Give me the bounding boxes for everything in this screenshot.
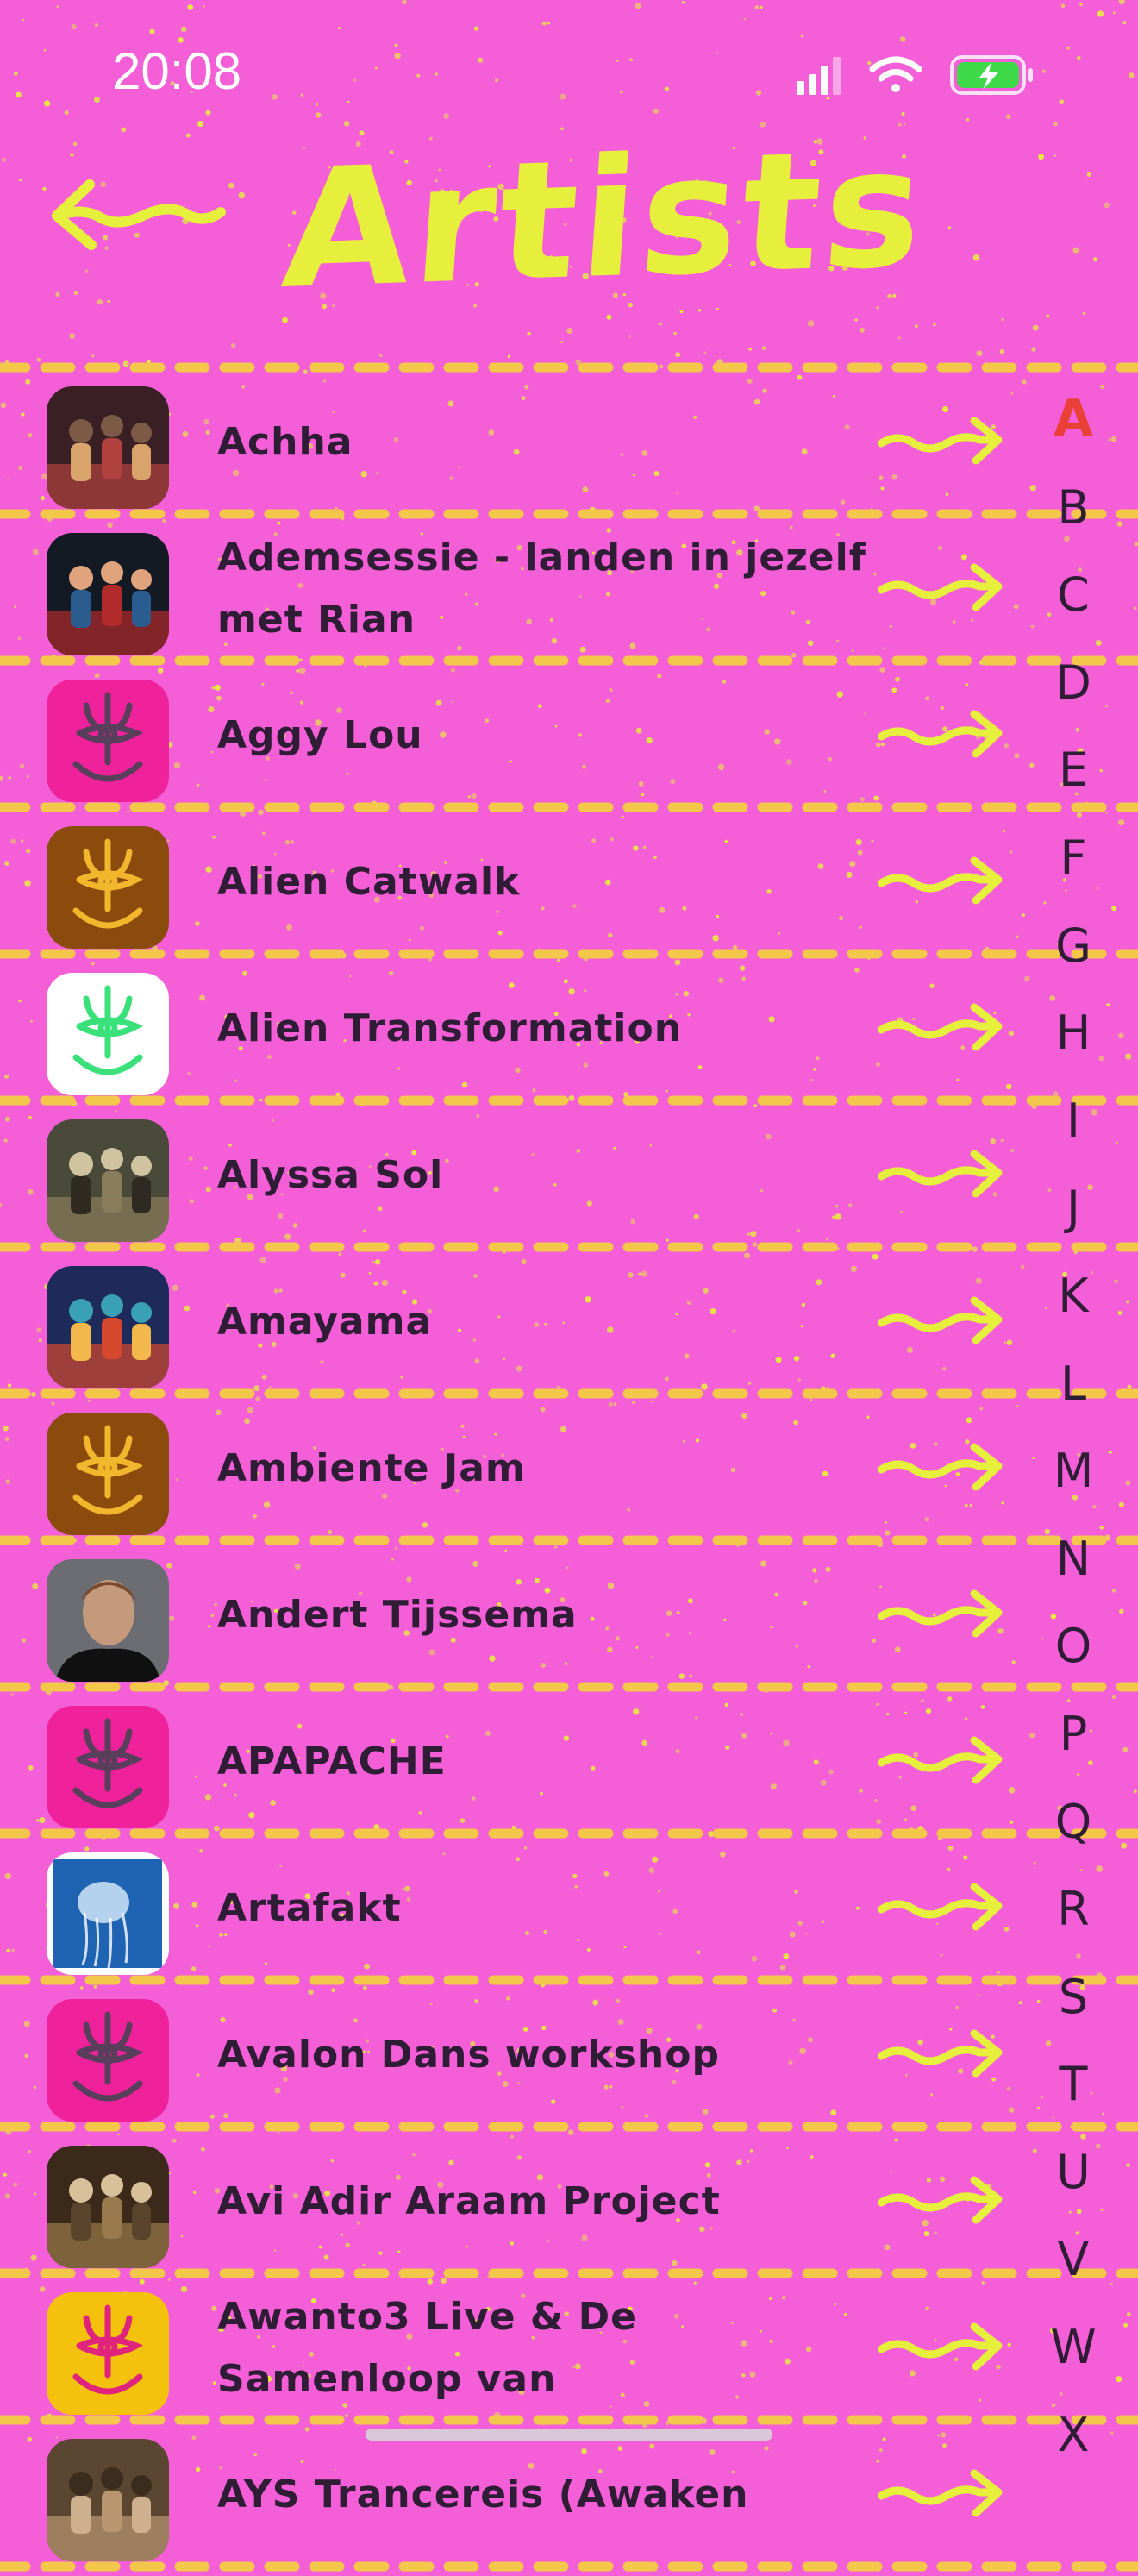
battery-charging-icon [950, 55, 1033, 95]
status-time: 20:08 [112, 42, 242, 100]
artist-avatar [47, 1266, 169, 1388]
artist-name: Alien Transformation [217, 1006, 683, 1050]
artist-avatar [47, 973, 169, 1095]
page-title: Artists [277, 112, 933, 326]
chevron-right-squiggle-icon [877, 2023, 1007, 2084]
artist-avatar [47, 1413, 169, 1535]
artist-row[interactable]: Ambiente Jam [0, 1395, 1017, 1542]
wifi-icon [869, 56, 922, 92]
artist-row[interactable]: Andert Tijssema [0, 1542, 1017, 1689]
chevron-right-squiggle-icon [877, 2170, 1007, 2230]
artist-row[interactable]: AYS Trancereis (Awaken [0, 2422, 1017, 2568]
artist-name: Achha [217, 420, 353, 464]
cellular-signal-icon [797, 57, 841, 95]
artist-avatar [47, 386, 169, 509]
chevron-right-squiggle-icon [877, 557, 1007, 617]
artist-avatar [47, 1706, 169, 1828]
header: Artists [0, 112, 1138, 325]
index-letter-s[interactable]: S [1026, 1953, 1121, 2041]
index-letter-r[interactable]: R [1026, 1865, 1121, 1953]
artist-row[interactable]: Achha [0, 369, 1017, 516]
artist-row[interactable]: Avi Adir Araam Project [0, 2128, 1017, 2275]
artist-avatar [47, 2292, 169, 2415]
index-letter-i[interactable]: I [1026, 1077, 1121, 1165]
artist-avatar [47, 1852, 169, 1975]
index-letter-x[interactable]: X [1026, 2391, 1121, 2479]
chevron-right-squiggle-icon [877, 2316, 1007, 2377]
index-letter-t[interactable]: T [1026, 2040, 1121, 2128]
artist-row[interactable]: Ademsessie - landen in jezelf met Rian [0, 516, 1017, 662]
index-letter-b[interactable]: B [1026, 464, 1121, 552]
artist-avatar [47, 1559, 169, 1682]
row-divider [0, 2560, 1138, 2572]
artist-row[interactable]: Alien Transformation [0, 956, 1017, 1102]
chevron-right-squiggle-icon [877, 2463, 1007, 2523]
status-icons [797, 55, 1033, 95]
artist-row[interactable]: APAPACHE [0, 1689, 1017, 1835]
alphabet-index[interactable]: ABCDEFGHIJKLMNOPQRSTUVWX [1026, 376, 1121, 2479]
index-letter-c[interactable]: C [1026, 551, 1121, 639]
index-letter-f[interactable]: F [1026, 814, 1121, 902]
artist-name: AYS Trancereis (Awaken [217, 2473, 749, 2516]
chevron-right-squiggle-icon [877, 1144, 1007, 1204]
index-letter-j[interactable]: J [1026, 1164, 1121, 1252]
artist-avatar [47, 1999, 169, 2122]
artist-avatar [47, 2439, 169, 2561]
artist-avatar [47, 533, 169, 655]
index-letter-h[interactable]: H [1026, 989, 1121, 1077]
index-letter-q[interactable]: Q [1026, 1778, 1121, 1866]
chevron-right-squiggle-icon [877, 1730, 1007, 1790]
artist-name: Avi Adir Araam Project [217, 2179, 721, 2223]
artist-row[interactable]: Aggy Lou [0, 662, 1017, 809]
chevron-right-squiggle-icon [877, 1583, 1007, 1644]
index-letter-m[interactable]: M [1026, 1427, 1121, 1515]
artist-avatar [47, 680, 169, 802]
index-letter-g[interactable]: G [1026, 902, 1121, 990]
artist-name: Ademsessie - landen in jezelf met Rian [217, 536, 866, 642]
chevron-right-squiggle-icon [877, 850, 1007, 911]
artist-row[interactable]: Awanto3 Live & De Samenloop van [0, 2275, 1017, 2422]
artist-avatar [47, 2146, 169, 2268]
chevron-right-squiggle-icon [877, 704, 1007, 764]
artist-avatar [47, 826, 169, 949]
artist-avatar [47, 1119, 169, 1242]
index-letter-e[interactable]: E [1026, 726, 1121, 814]
artist-row[interactable]: Artafakt [0, 1835, 1017, 1982]
chevron-right-squiggle-icon [877, 1437, 1007, 1497]
artist-row[interactable]: Alien Catwalk [0, 809, 1017, 956]
artist-name: Aggy Lou [217, 713, 423, 757]
artist-name: Amayama [217, 1300, 433, 1344]
artist-name: Alyssa Sol [217, 1153, 444, 1197]
index-letter-d[interactable]: D [1026, 639, 1121, 727]
artist-name: Awanto3 Live & De Samenloop van [217, 2295, 637, 2401]
index-letter-p[interactable]: P [1026, 1690, 1121, 1778]
index-letter-o[interactable]: O [1026, 1602, 1121, 1690]
index-letter-l[interactable]: L [1026, 1340, 1121, 1428]
artist-name: Ambiente Jam [217, 1446, 526, 1490]
chevron-right-squiggle-icon [877, 1290, 1007, 1351]
artist-name: Andert Tijssema [217, 1593, 578, 1637]
artist-row[interactable]: Alyssa Sol [0, 1102, 1017, 1249]
artist-name: Alien Catwalk [217, 860, 521, 904]
artist-name: APAPACHE [217, 1739, 447, 1783]
index-letter-n[interactable]: N [1026, 1515, 1121, 1603]
index-letter-k[interactable]: K [1026, 1252, 1121, 1340]
chevron-right-squiggle-icon [877, 411, 1007, 471]
index-letter-u[interactable]: U [1026, 2128, 1121, 2216]
index-letter-v[interactable]: V [1026, 2216, 1121, 2303]
artist-row[interactable]: Avalon Dans workshop [0, 1982, 1017, 2128]
back-arrow-icon[interactable] [48, 172, 229, 259]
chevron-right-squiggle-icon [877, 997, 1007, 1057]
artist-name: Artafakt [217, 1886, 402, 1930]
index-letter-w[interactable]: W [1026, 2303, 1121, 2391]
artist-name: Avalon Dans workshop [217, 2033, 720, 2077]
index-letter-a[interactable]: A [1026, 376, 1121, 464]
artist-row[interactable]: Amayama [0, 1249, 1017, 1395]
chevron-right-squiggle-icon [877, 1877, 1007, 1937]
home-indicator [366, 2429, 772, 2441]
